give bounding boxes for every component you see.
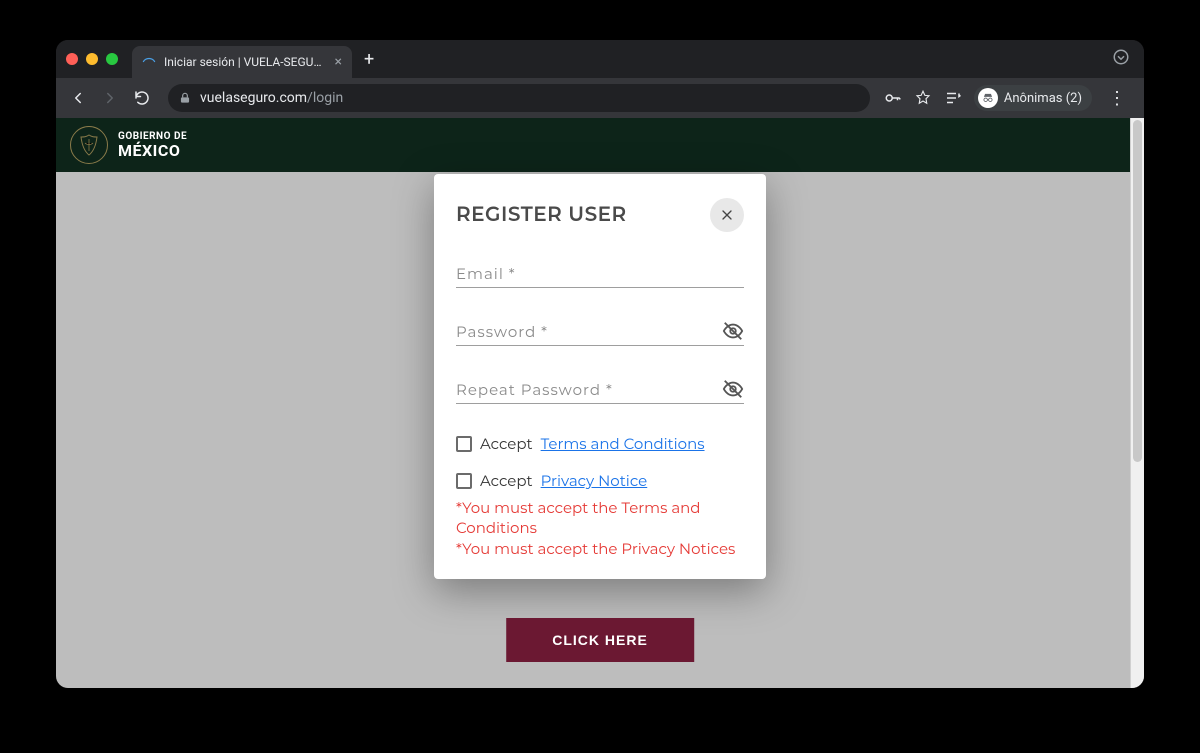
click-here-button[interactable]: CLICK HERE	[506, 618, 694, 662]
browser-toolbar: vuelaseguro.com/login Anônimas (2) ⋮	[56, 78, 1144, 118]
tab-close-icon[interactable]: ×	[335, 54, 342, 70]
browser-window: Iniciar sesión | VUELA-SEGURO × + vuelas…	[56, 40, 1144, 688]
window-minimize-button[interactable]	[86, 53, 98, 65]
address-bar[interactable]: vuelaseguro.com/login	[168, 84, 870, 112]
accept-label-2: Accept	[480, 471, 533, 490]
tab-dropdown-icon[interactable]	[1112, 48, 1144, 71]
password-field[interactable]: Password *	[456, 322, 744, 346]
modal-header: REGISTER USER	[456, 198, 744, 232]
reload-button[interactable]	[130, 86, 154, 110]
repeat-password-label: Repeat Password *	[456, 380, 613, 399]
tab-title: Iniciar sesión | VUELA-SEGURO	[164, 55, 327, 69]
key-icon[interactable]	[884, 89, 902, 107]
error-terms: *You must accept the Terms and Condition…	[456, 498, 744, 539]
email-label: Email *	[456, 264, 516, 283]
window-controls	[66, 53, 132, 65]
browser-menu-icon[interactable]: ⋮	[1104, 88, 1130, 109]
window-maximize-button[interactable]	[106, 53, 118, 65]
url-domain: vuelaseguro.com	[200, 90, 307, 106]
password-label: Password *	[456, 322, 548, 341]
incognito-badge[interactable]: Anônimas (2)	[974, 85, 1092, 111]
url-text: vuelaseguro.com/login	[200, 90, 343, 106]
repeat-password-field[interactable]: Repeat Password *	[456, 380, 744, 404]
government-seal-icon	[70, 126, 108, 164]
terms-link[interactable]: Terms and Conditions	[541, 434, 705, 453]
incognito-label: Anônimas (2)	[1004, 91, 1082, 106]
close-icon	[719, 207, 735, 223]
titlebar: Iniciar sesión | VUELA-SEGURO × +	[56, 40, 1144, 78]
site-brand-line2: MÉXICO	[118, 142, 187, 160]
privacy-checkbox-row: Accept Privacy Notice	[456, 471, 744, 490]
page-content: CLICK HERE REGISTER USER Email * Passwor…	[56, 172, 1144, 688]
star-icon[interactable]	[914, 89, 932, 107]
privacy-link[interactable]: Privacy Notice	[541, 471, 648, 490]
toolbar-right: Anônimas (2) ⋮	[884, 85, 1134, 111]
incognito-icon	[978, 88, 998, 108]
register-modal: REGISTER USER Email * Password * Repeat …	[434, 174, 766, 579]
lock-icon	[178, 91, 192, 105]
toggle-repeat-password-visibility-icon[interactable]	[722, 378, 744, 405]
modal-title: REGISTER USER	[456, 203, 627, 227]
scrollbar-thumb[interactable]	[1133, 120, 1142, 462]
toggle-password-visibility-icon[interactable]	[722, 320, 744, 347]
reading-list-icon[interactable]	[944, 89, 962, 107]
error-privacy: *You must accept the Privacy Notices	[456, 539, 744, 559]
tab-favicon-icon	[142, 55, 156, 69]
url-path: /login	[307, 90, 343, 106]
accept-label-1: Accept	[480, 434, 533, 453]
terms-checkbox-row: Accept Terms and Conditions	[456, 434, 744, 453]
modal-close-button[interactable]	[710, 198, 744, 232]
page-viewport: GOBIERNO DE MÉXICO CLICK HERE REGISTER U…	[56, 118, 1144, 688]
browser-tab[interactable]: Iniciar sesión | VUELA-SEGURO ×	[132, 46, 352, 78]
window-close-button[interactable]	[66, 53, 78, 65]
vertical-scrollbar[interactable]	[1130, 118, 1144, 688]
forward-button[interactable]	[98, 86, 122, 110]
privacy-checkbox[interactable]	[456, 473, 472, 489]
new-tab-button[interactable]: +	[364, 49, 374, 70]
terms-checkbox[interactable]	[456, 436, 472, 452]
email-field[interactable]: Email *	[456, 264, 744, 288]
back-button[interactable]	[66, 86, 90, 110]
site-brand-text: GOBIERNO DE MÉXICO	[118, 131, 187, 160]
site-header: GOBIERNO DE MÉXICO	[56, 118, 1144, 172]
